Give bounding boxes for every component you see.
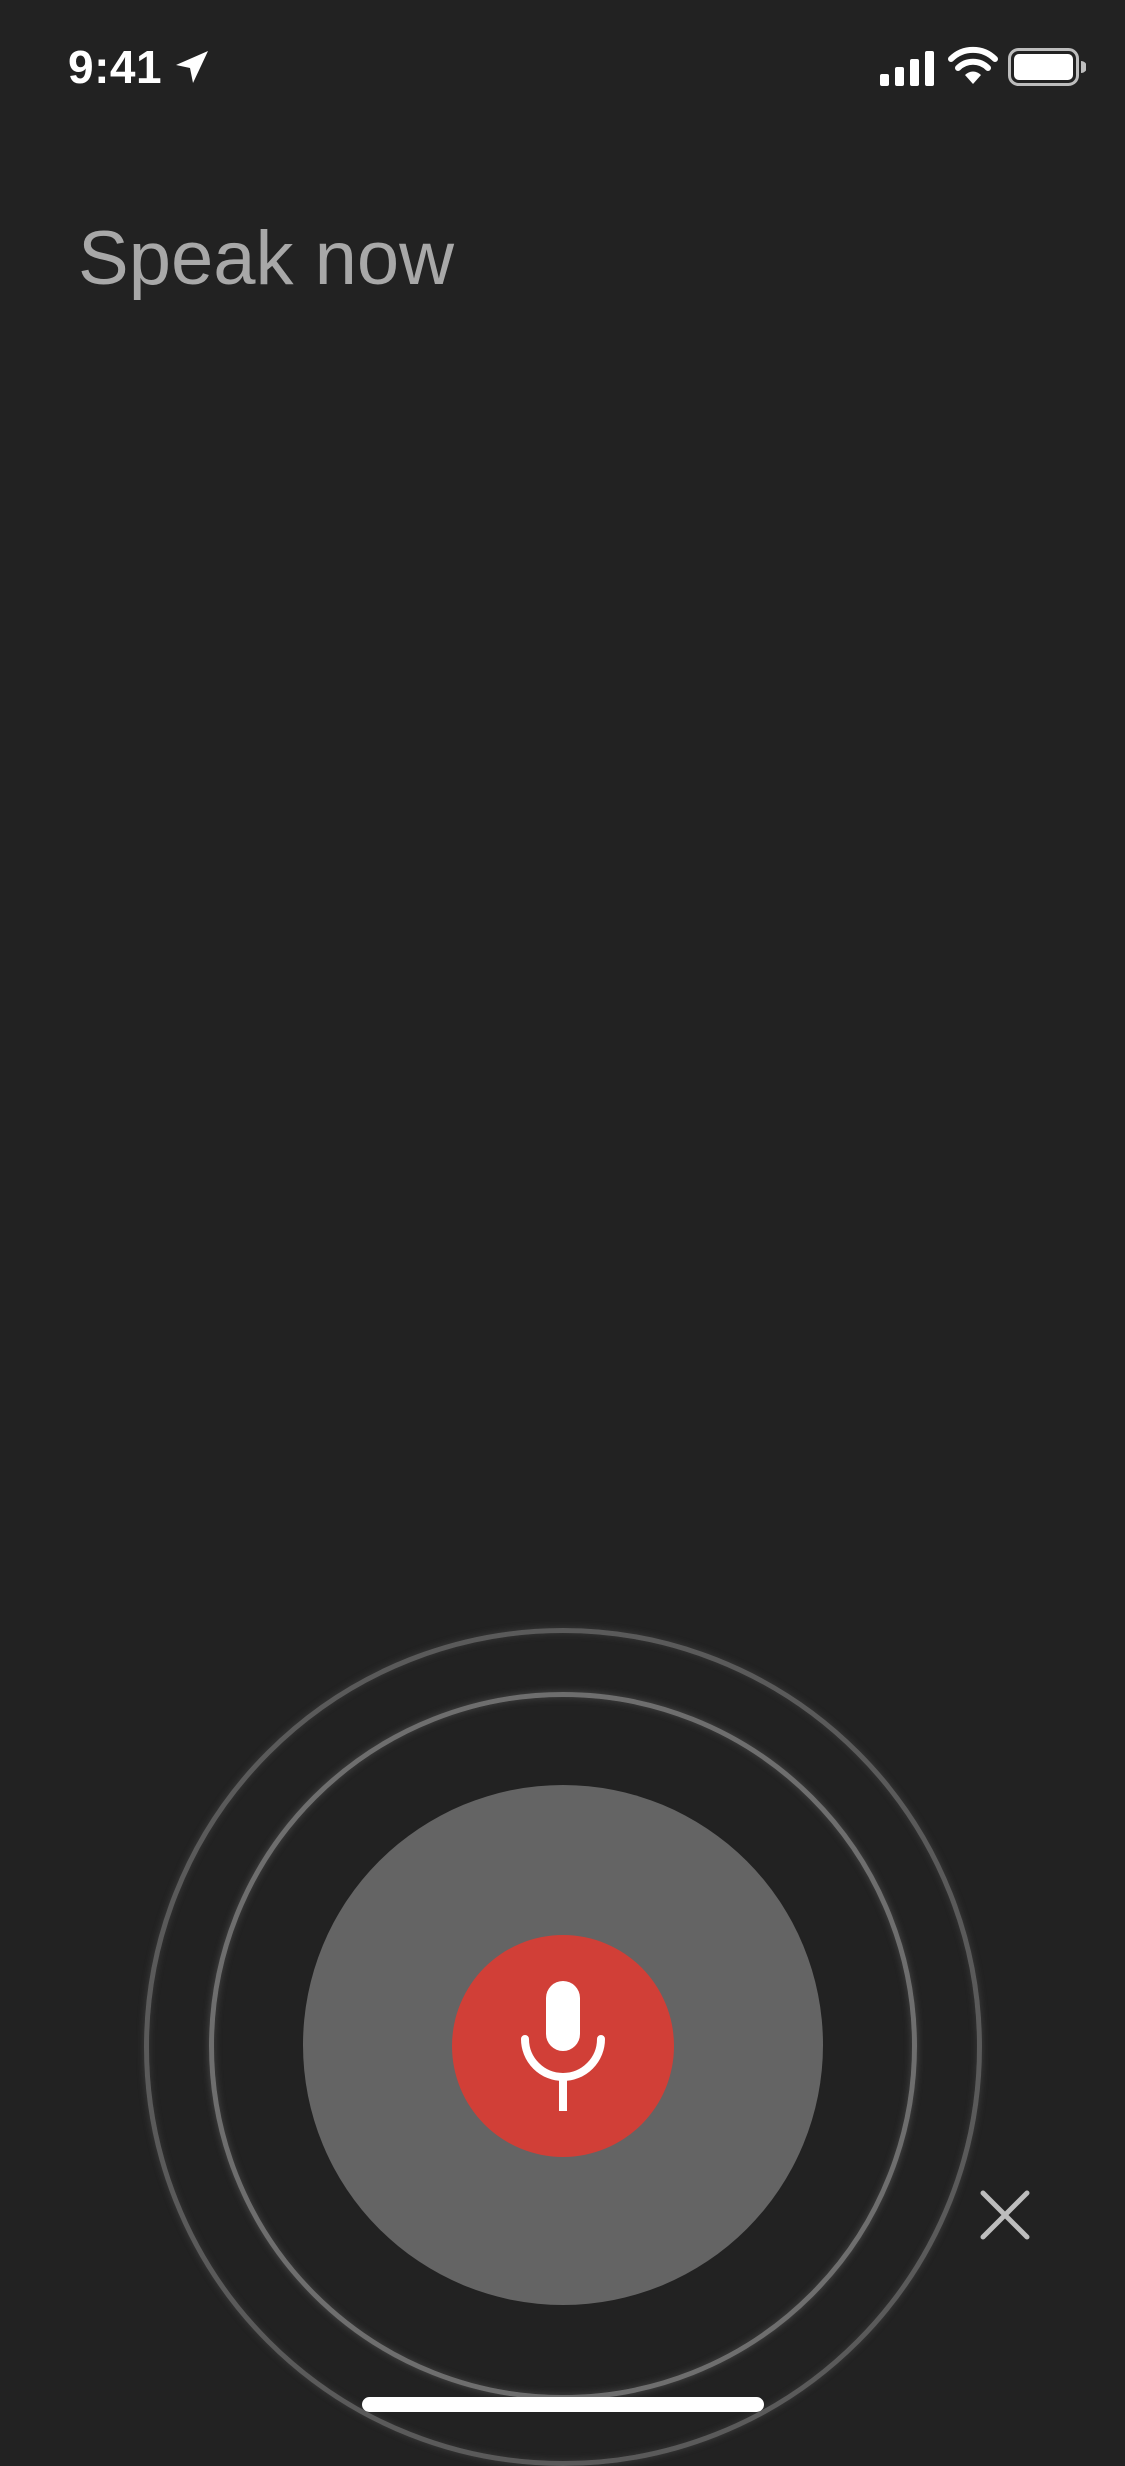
close-icon	[980, 2190, 1030, 2240]
speak-now-prompt: Speak now	[78, 216, 455, 301]
status-time: 9:41	[68, 41, 163, 93]
voice-input-area	[0, 1580, 1125, 2466]
home-indicator[interactable]	[362, 2397, 764, 2412]
microphone-icon	[521, 1981, 605, 2111]
microphone-button[interactable]	[452, 1935, 674, 2157]
location-arrow-icon	[176, 51, 208, 83]
close-button[interactable]	[975, 2185, 1035, 2245]
wifi-icon	[948, 46, 998, 84]
cellular-signal-icon	[880, 51, 934, 86]
battery-icon	[1008, 48, 1086, 86]
status-bar: 9:41	[0, 0, 1125, 140]
